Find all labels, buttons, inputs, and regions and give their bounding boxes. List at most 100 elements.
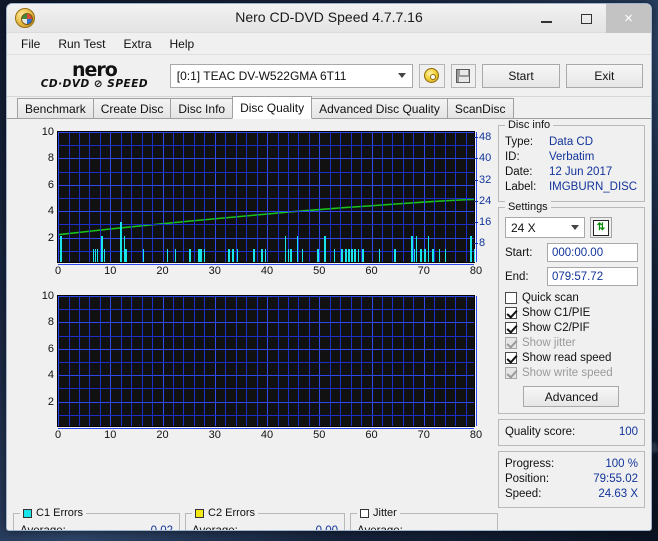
minimize-button[interactable] <box>526 4 566 33</box>
error-bar <box>290 248 292 262</box>
grid-line-vertical <box>162 132 164 262</box>
menu-item-extra[interactable]: Extra <box>115 35 159 53</box>
menu-item-help[interactable]: Help <box>162 35 203 53</box>
x-axis-tick-label: 40 <box>260 265 274 277</box>
quality-score-box: Quality score: 100 <box>497 419 645 446</box>
start-input[interactable]: 000:00.00 <box>546 243 638 262</box>
stat-row: Average: - <box>357 523 491 530</box>
menu-item-run-test[interactable]: Run Test <box>50 35 113 53</box>
refresh-arrows-icon: ⇅ <box>592 219 609 236</box>
speed-label: Speed: <box>504 488 542 500</box>
tab-disc-quality[interactable]: Disc Quality <box>232 96 313 119</box>
y-axis-tick-label: 2 <box>47 395 54 408</box>
error-bar <box>96 248 99 262</box>
tab-create-disc[interactable]: Create Disc <box>92 98 172 118</box>
jitter-legend: Jitter <box>357 507 400 519</box>
error-bar <box>301 248 304 262</box>
menu-item-file[interactable]: File <box>13 35 48 53</box>
grid-line-vertical <box>89 132 91 262</box>
progress-box: Progress: 100 % Position: 79:55.02 Speed… <box>497 451 645 508</box>
grid-line-vertical <box>308 132 310 262</box>
end-input[interactable]: 079:57.72 <box>546 267 638 286</box>
disc-info-group: Disc info Type: Data CD ID: Verbatim Dat… <box>497 119 645 202</box>
y-axis-tick-label: 4 <box>47 205 54 218</box>
logo-tagline: CD·DVD ⊘ SPEED <box>40 77 149 90</box>
progress-row: Progress: 100 % <box>505 457 638 472</box>
grid-line-vertical <box>256 132 258 262</box>
disc-info-row-label: Label: IMGBURN_DISC <box>505 180 638 195</box>
grid-line-vertical <box>193 132 195 262</box>
checkbox-show-c2-pif[interactable]: Show C2/PIF <box>504 322 638 334</box>
grid-line-vertical <box>319 296 321 426</box>
error-bar <box>438 248 441 262</box>
c2-errors-legend: C2 Errors <box>192 507 259 519</box>
grid-line-vertical <box>131 296 133 426</box>
disc-info-value: Data CD <box>548 136 594 148</box>
grid-line-horizontal <box>58 414 474 416</box>
grid-line-vertical <box>423 296 425 426</box>
grid-line-horizontal <box>58 296 474 297</box>
checkbox-quick-scan[interactable]: Quick scan <box>504 292 638 304</box>
jitter-color-swatch <box>360 508 369 518</box>
c1-errors-legend: C1 Errors <box>20 507 87 519</box>
advanced-button[interactable]: Advanced <box>523 386 620 407</box>
stat-row: Average: 0.00 <box>192 523 338 530</box>
tab-scandisc[interactable]: ScanDisc <box>446 98 514 118</box>
settings-group: Settings 24 X ⇅ Start: 000:00.00 End: 07… <box>497 201 645 414</box>
close-button[interactable]: × <box>606 4 651 33</box>
grid-line-vertical <box>110 132 112 262</box>
x-axis-tick-label: 0 <box>54 429 62 441</box>
tab-strip: Benchmark Create Disc Disc Info Disc Qua… <box>7 96 651 119</box>
grid-line-vertical <box>308 296 310 426</box>
speed-select[interactable]: 24 X <box>504 217 585 238</box>
grid-line-vertical <box>256 296 258 426</box>
x-axis-tick-label: 0 <box>54 265 62 277</box>
tab-benchmark[interactable]: Benchmark <box>17 98 94 118</box>
c1-plot-area[interactable]: 2 4 6 8 10 0 10 20 30 40 50 60 70 80 8 16 24 32 40 48 <box>42 126 492 277</box>
c2-plot-area[interactable]: 2 4 6 8 10 0 10 20 30 40 50 60 70 80 <box>42 290 482 441</box>
checkbox-show-c1-pie[interactable]: Show C1/PIE <box>504 307 638 319</box>
error-bar <box>411 235 413 262</box>
error-bar <box>345 248 347 262</box>
grid-line-horizontal <box>58 348 474 350</box>
grid-line-vertical <box>298 296 300 426</box>
progress-label: Progress: <box>504 458 555 470</box>
error-bar <box>415 235 418 262</box>
error-bar <box>473 248 476 262</box>
refresh-button[interactable]: ⇅ <box>589 217 612 238</box>
grid-line-vertical <box>68 296 70 426</box>
grid-line-vertical <box>298 132 300 262</box>
checkbox-show-write-speed: Show write speed <box>504 367 638 379</box>
grid-line-vertical <box>277 296 279 426</box>
start-button[interactable]: Start <box>482 63 560 88</box>
x-axis-tick-label: 60 <box>365 429 378 441</box>
save-button[interactable] <box>450 63 477 88</box>
drive-select[interactable]: [0:1] TEAC DV-W522GMA 6T11 <box>169 63 413 88</box>
tab-advanced-disc-quality[interactable]: Advanced Disc Quality <box>311 98 448 118</box>
disc-info-value: IMGBURN_DISC <box>548 181 638 193</box>
grid-line-horizontal <box>58 309 474 311</box>
checkbox-icon <box>504 352 517 364</box>
y2-axis-tick-label: 40 <box>479 152 492 165</box>
tab-disc-info[interactable]: Disc Info <box>170 98 234 118</box>
exit-button[interactable]: Exit <box>565 63 644 88</box>
y2-axis-tick-mark <box>474 221 478 223</box>
grid-line-vertical <box>455 132 457 262</box>
disc-button[interactable] <box>418 63 445 88</box>
grid-line-vertical <box>413 132 415 262</box>
grid-line-vertical <box>152 132 153 262</box>
error-bar <box>432 248 434 262</box>
statistics-row: C1 Errors Average: 0.02 Maximum: 4 Total… <box>13 507 645 530</box>
speed-select-value: 24 X <box>510 220 536 235</box>
chevron-down-icon <box>397 72 406 78</box>
disc-info-key: Type: <box>504 136 534 148</box>
grid-line-vertical <box>58 132 59 262</box>
grid-line-horizontal <box>58 132 474 133</box>
grid-line-horizontal <box>58 362 474 363</box>
maximize-button[interactable] <box>566 4 606 33</box>
error-bar <box>189 248 191 262</box>
c1-pie-chart: 2 4 6 8 10 0 10 20 30 40 50 60 70 80 8 16 24 32 40 48 <box>13 125 492 287</box>
checkbox-show-read-speed[interactable]: Show read speed <box>504 352 638 364</box>
stat-row: Average: 0.02 <box>20 523 173 530</box>
grid-line-vertical <box>131 132 133 262</box>
